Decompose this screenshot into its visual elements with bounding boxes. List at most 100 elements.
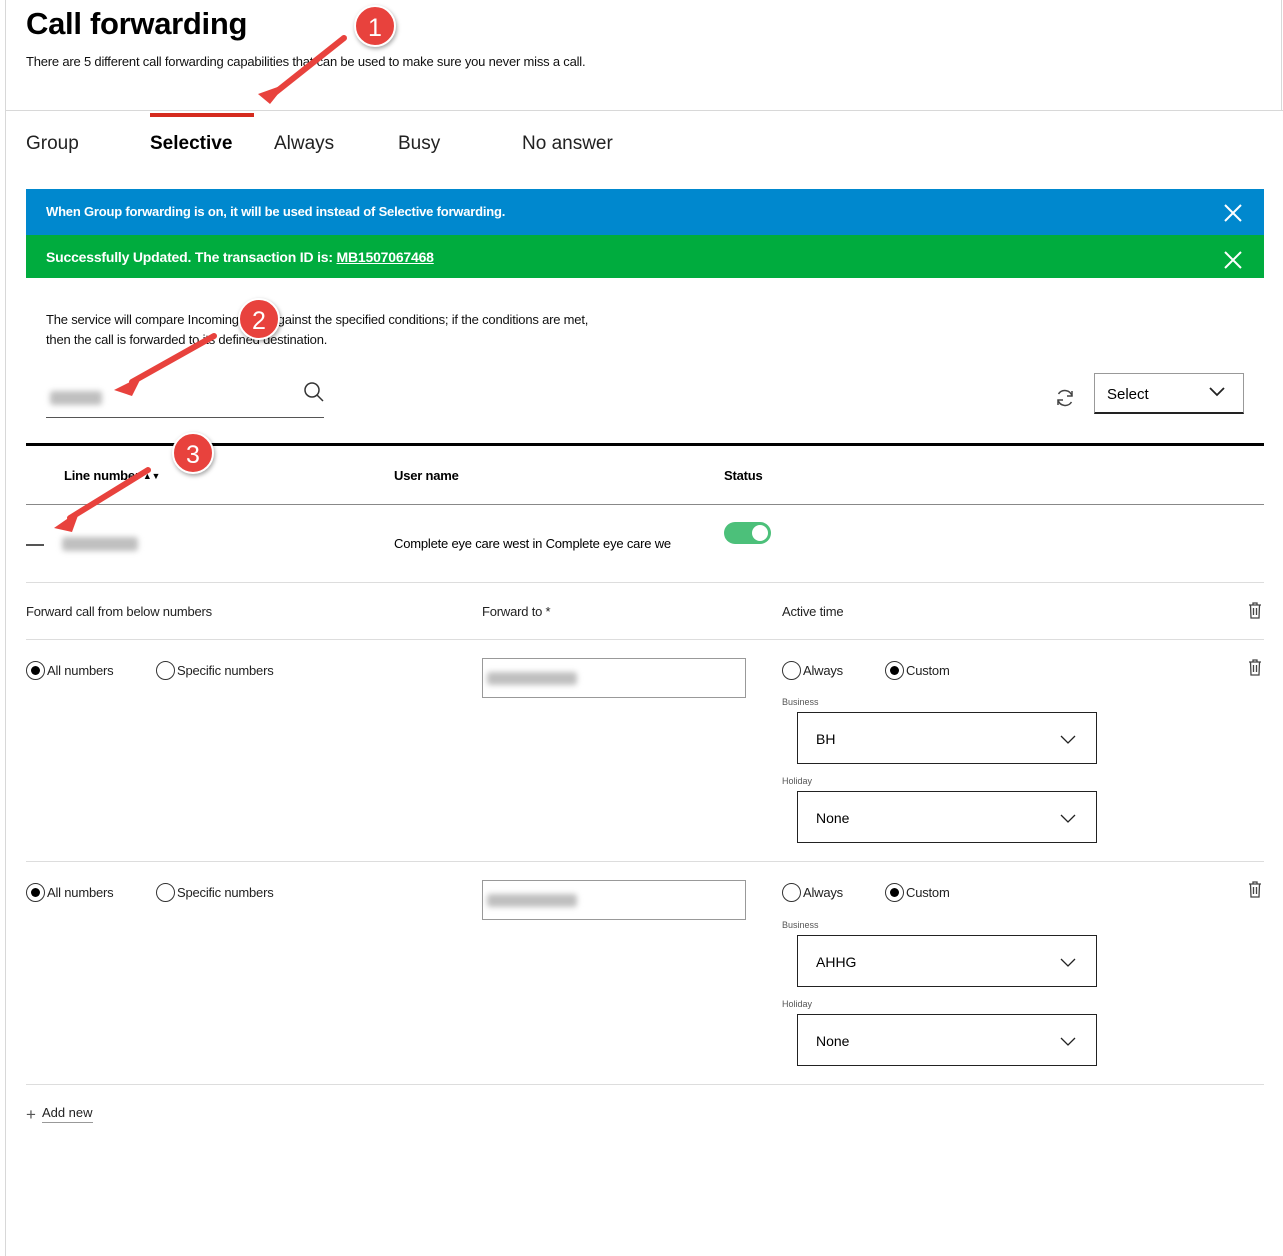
info-banner: When Group forwarding is on, it will be … — [26, 189, 1264, 235]
chevron-down-icon — [1209, 387, 1225, 397]
header-divider — [6, 110, 1283, 111]
filter-select[interactable]: Select — [1094, 373, 1244, 414]
radio-all-numbers-label: All numbers — [47, 885, 114, 900]
page-subtitle: There are 5 different call forwarding ca… — [26, 54, 586, 69]
radio-always[interactable]: Always — [782, 883, 843, 902]
business-schedule-select[interactable]: BH — [797, 712, 1097, 764]
annotation-marker-2: 2 — [238, 298, 280, 340]
radio-unselected — [782, 661, 801, 680]
holiday-schedule-select[interactable]: None — [797, 791, 1097, 843]
chevron-down-icon — [1060, 735, 1076, 744]
holiday-schedule-value: None — [816, 1033, 850, 1049]
radio-unselected — [156, 883, 175, 902]
column-header-line-number[interactable]: Line number ▲▼ — [64, 468, 160, 483]
close-icon[interactable] — [1224, 204, 1242, 222]
column-header-user-name: User name — [394, 468, 459, 483]
chevron-down-icon — [1060, 814, 1076, 823]
rule-divider — [26, 861, 1264, 862]
radio-always-label: Always — [803, 885, 843, 900]
page-right-border — [1281, 0, 1282, 110]
radio-custom-label: Custom — [906, 663, 950, 678]
active-tab-indicator — [150, 113, 254, 117]
refresh-icon[interactable] — [1054, 387, 1076, 409]
close-icon[interactable] — [1224, 251, 1242, 269]
chevron-down-icon — [1060, 1037, 1076, 1046]
trash-icon[interactable] — [1248, 659, 1262, 676]
collapse-row-icon[interactable] — [26, 544, 44, 546]
redacted-phone-number — [487, 672, 577, 685]
plus-icon: + — [26, 1104, 36, 1124]
radio-always[interactable]: Always — [782, 661, 843, 680]
search-field[interactable] — [46, 375, 324, 418]
forward-from-header: Forward call from below numbers — [26, 604, 212, 619]
sort-icon[interactable]: ▲▼ — [143, 471, 161, 481]
toggle-knob — [752, 525, 768, 541]
holiday-schedule-value: None — [816, 810, 850, 826]
radio-always-label: Always — [803, 663, 843, 678]
annotation-arrowhead-1 — [258, 84, 286, 104]
radio-all-numbers[interactable]: All numbers — [26, 883, 114, 902]
forward-to-input[interactable] — [482, 880, 746, 920]
transaction-id-link[interactable]: MB1507067468 — [337, 249, 434, 265]
radio-selected — [26, 661, 45, 680]
radio-selected — [885, 883, 904, 902]
success-banner-text: Successfully Updated. The transaction ID… — [46, 249, 434, 265]
tab-selective[interactable]: Selective — [150, 133, 232, 155]
redacted-search-value — [50, 391, 102, 405]
radio-specific-numbers-label: Specific numbers — [177, 663, 274, 678]
radio-unselected — [156, 661, 175, 680]
table-header-divider — [26, 504, 1264, 505]
search-icon[interactable] — [303, 381, 325, 403]
radio-custom-label: Custom — [906, 885, 950, 900]
radio-unselected — [782, 883, 801, 902]
page-title: Call forwarding — [26, 6, 248, 41]
forward-to-header: Forward to * — [482, 604, 551, 619]
row-divider — [26, 582, 1264, 583]
chevron-down-icon — [1060, 958, 1076, 967]
active-time-header: Active time — [782, 604, 844, 619]
tab-no-answer[interactable]: No answer — [522, 133, 613, 155]
trash-icon[interactable] — [1248, 881, 1262, 898]
success-banner: Successfully Updated. The transaction ID… — [26, 235, 1264, 278]
radio-all-numbers-label: All numbers — [47, 663, 114, 678]
page-left-border — [5, 0, 6, 1256]
business-schedule-select[interactable]: AHHG — [797, 935, 1097, 987]
success-message: Successfully Updated. The transaction ID… — [46, 249, 337, 265]
business-schedule-value: BH — [816, 731, 836, 747]
column-header-line-number-label: Line number — [64, 468, 140, 483]
redacted-line-number — [62, 537, 138, 551]
row-user-name: Complete eye care west in Complete eye c… — [394, 536, 671, 551]
trash-icon[interactable] — [1248, 602, 1262, 619]
column-header-status: Status — [724, 468, 763, 483]
holiday-label: Holiday — [782, 999, 813, 1009]
radio-selected — [26, 883, 45, 902]
info-banner-text: When Group forwarding is on, it will be … — [46, 204, 506, 219]
radio-custom[interactable]: Custom — [885, 661, 950, 680]
rule-divider — [26, 1084, 1264, 1085]
tab-busy[interactable]: Busy — [398, 133, 440, 155]
add-new-label: Add new — [41, 1105, 93, 1123]
radio-specific-numbers[interactable]: Specific numbers — [156, 661, 274, 680]
redacted-phone-number — [487, 894, 577, 907]
tab-group[interactable]: Group — [26, 133, 79, 155]
status-toggle[interactable] — [724, 522, 771, 544]
filter-select-label: Select — [1107, 386, 1149, 403]
tab-always[interactable]: Always — [274, 133, 334, 155]
radio-specific-numbers-label: Specific numbers — [177, 885, 274, 900]
annotation-arrowhead-3 — [54, 510, 80, 532]
radio-all-numbers[interactable]: All numbers — [26, 661, 114, 680]
add-new-button[interactable]: + Add new — [26, 1105, 93, 1123]
radio-specific-numbers[interactable]: Specific numbers — [156, 883, 274, 902]
service-description: The service will compare Incoming calls … — [46, 312, 589, 347]
annotation-marker-1: 1 — [354, 5, 396, 47]
holiday-label: Holiday — [782, 776, 813, 786]
rules-header-divider — [26, 639, 1264, 640]
business-label: Business — [782, 920, 819, 930]
holiday-schedule-select[interactable]: None — [797, 1014, 1097, 1066]
forward-to-input[interactable] — [482, 658, 746, 698]
radio-custom[interactable]: Custom — [885, 883, 950, 902]
business-schedule-value: AHHG — [816, 954, 857, 970]
annotation-marker-3: 3 — [172, 432, 214, 474]
radio-selected — [885, 661, 904, 680]
business-label: Business — [782, 697, 819, 707]
